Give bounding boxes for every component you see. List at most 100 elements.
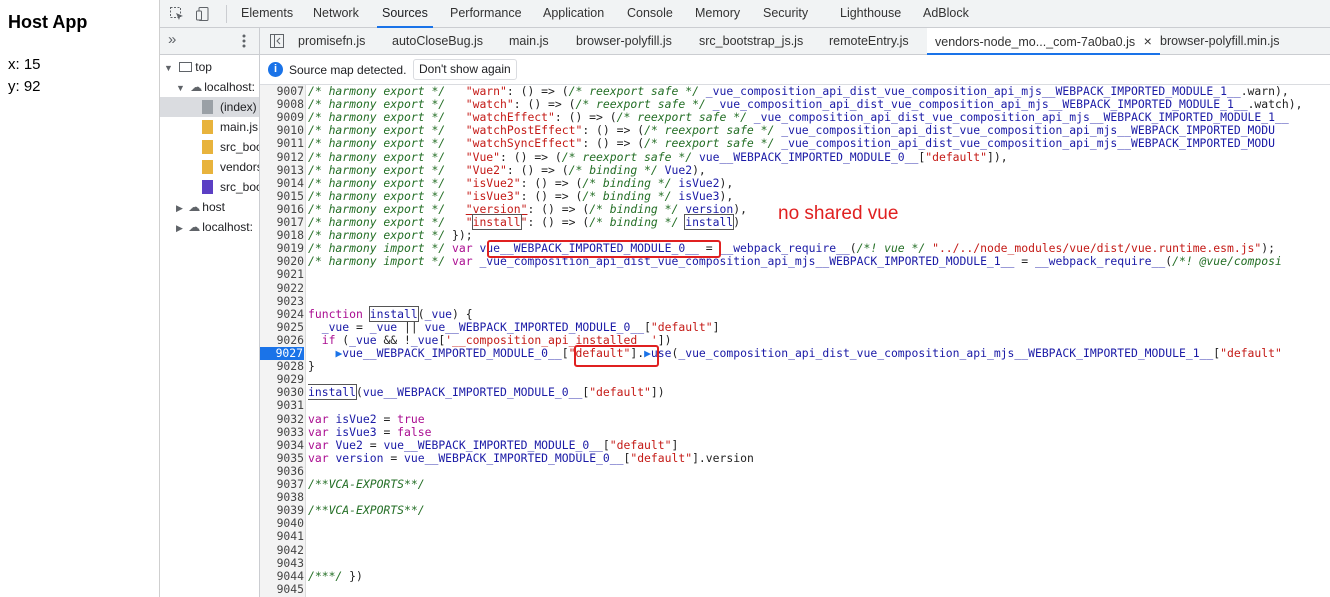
more-tabs-icon[interactable]: »	[168, 31, 176, 48]
line-number[interactable]: 9011	[260, 137, 304, 150]
annotation-no-shared-vue: no shared vue	[778, 203, 899, 224]
cloud-icon: ☁	[188, 200, 201, 214]
line-number[interactable]: 9043	[260, 556, 304, 570]
file-icon	[202, 180, 213, 194]
tree-item-label: vendors	[220, 160, 260, 174]
tree-item-src-boo[interactable]: src_boo	[202, 137, 260, 157]
tree-item-label: (index)	[220, 100, 257, 114]
file-tab-vendors[interactable]: vendors-node_mo..._com-7a0ba0.js ×	[927, 28, 1160, 55]
code-line: /**VCA-EXPORTS**/	[308, 503, 425, 518]
tab-network[interactable]: Network	[313, 0, 359, 28]
cloud-icon: ☁	[190, 80, 203, 94]
tab-memory[interactable]: Memory	[695, 0, 740, 28]
file-tab-browser-polyfill-min[interactable]: browser-polyfill.min.js	[1160, 28, 1279, 55]
devtools-panel: Elements Network Sources Performance App…	[160, 0, 1330, 597]
tree-item-label: top	[195, 60, 212, 74]
code-line: ▶vue__WEBPACK_IMPORTED_MODULE_0__["defau…	[335, 346, 1282, 360]
sources-toolbar: » promisefn.js autoCloseBug.js main.js b…	[160, 28, 1330, 55]
file-tab-main[interactable]: main.js	[509, 28, 549, 55]
line-number[interactable]: 9044	[260, 569, 304, 583]
highlight-default	[574, 345, 659, 367]
tree-item-label: host	[202, 200, 225, 214]
line-number[interactable]: 9015	[260, 189, 304, 203]
line-number[interactable]: 9031	[260, 399, 304, 412]
line-number[interactable]: 9023	[260, 294, 304, 308]
inspect-element-icon[interactable]	[169, 6, 185, 22]
line-number[interactable]: 9034	[260, 438, 304, 452]
code-line: install(vue__WEBPACK_IMPORTED_MODULE_0__…	[308, 384, 665, 401]
tab-sources[interactable]: Sources	[377, 0, 433, 28]
dont-show-again-button[interactable]: Don't show again	[413, 59, 517, 80]
line-number[interactable]: 9035	[260, 451, 304, 465]
code-line: /**VCA-EXPORTS**/	[308, 477, 425, 491]
line-number[interactable]: 9032	[260, 412, 304, 426]
tree-item-src-boo-2[interactable]: src_boo	[202, 177, 260, 197]
line-number[interactable]: 9012	[260, 150, 304, 164]
js-file-icon	[202, 120, 213, 134]
file-tab-autoclosebug[interactable]: autoCloseBug.js	[392, 28, 483, 55]
line-number[interactable]: 9045	[260, 582, 304, 596]
file-tab-browser-polyfill[interactable]: browser-polyfill.js	[576, 28, 672, 55]
line-number[interactable]: 9021	[260, 268, 304, 281]
tab-elements[interactable]: Elements	[241, 0, 293, 28]
code-area[interactable]: /* harmony export */ "warn": () => (/* r…	[308, 85, 1330, 597]
tree-item-label: main.js	[220, 120, 259, 134]
toggle-navigator-icon[interactable]	[270, 34, 284, 53]
tree-item-localhost[interactable]: ▼ ☁ localhost:	[176, 77, 255, 97]
file-tab-remoteentry[interactable]: remoteEntry.js	[829, 28, 909, 55]
line-number[interactable]: 9042	[260, 543, 304, 557]
device-toolbar-icon[interactable]	[195, 6, 211, 22]
line-number[interactable]: 9014	[260, 176, 304, 190]
host-app-panel: Host App x: 15 y: 92	[0, 0, 160, 597]
host-app-title: Host App	[8, 12, 88, 32]
js-file-icon	[202, 160, 213, 174]
collapse-arrow-icon: ▶	[176, 203, 183, 213]
file-icon	[202, 100, 213, 114]
tab-lighthouse[interactable]: Lighthouse	[840, 0, 901, 28]
tree-item-index[interactable]: (index)	[160, 97, 259, 117]
info-icon: i	[268, 62, 283, 77]
expand-arrow-icon: ▼	[164, 63, 173, 73]
file-tab-promisefn[interactable]: promisefn.js	[298, 28, 365, 55]
x-coordinate-label: x: 15	[8, 56, 41, 73]
highlight-vue-import	[487, 240, 721, 258]
tree-item-label: src_boo	[220, 140, 260, 154]
tree-item-label: src_boo	[220, 180, 260, 194]
tab-performance[interactable]: Performance	[450, 0, 522, 28]
tree-item-vendors[interactable]: vendors	[202, 157, 260, 177]
line-number[interactable]: 9041	[260, 530, 304, 543]
tree-item-label: localhost:	[204, 80, 255, 94]
tab-adblock[interactable]: AdBlock	[923, 0, 969, 28]
tab-console[interactable]: Console	[627, 0, 673, 28]
file-navigator-tree: ▼ top ▼ ☁ localhost: (index) main.js src_…	[160, 55, 260, 597]
infobar-message: Source map detected.	[289, 63, 407, 77]
line-number[interactable]: 9022	[260, 281, 304, 295]
toolbar-divider	[226, 5, 227, 23]
file-tab-vendors-label: vendors-node_mo..._com-7a0ba0.js	[935, 35, 1136, 49]
tree-item-mainjs[interactable]: main.js	[202, 117, 258, 137]
js-file-icon	[202, 140, 213, 154]
code-line: var version = vue__WEBPACK_IMPORTED_MODU…	[308, 450, 754, 465]
file-tab-src-bootstrap[interactable]: src_bootstrap_js.js	[699, 28, 803, 55]
devtools-main-toolbar: Elements Network Sources Performance App…	[160, 0, 1330, 28]
tree-item-top[interactable]: ▼ top	[164, 57, 212, 77]
tab-application[interactable]: Application	[543, 0, 604, 28]
navigator-toolbar: »	[160, 28, 260, 55]
tree-item-localhost-2[interactable]: ▶ ☁ localhost:	[176, 217, 253, 237]
tree-item-host[interactable]: ▶ ☁ host	[176, 197, 225, 217]
y-coordinate-label: y: 92	[8, 78, 41, 95]
frame-icon	[179, 62, 193, 72]
tab-security[interactable]: Security	[763, 0, 808, 28]
kebab-menu-icon[interactable]	[242, 34, 246, 53]
line-number[interactable]: 9024	[260, 307, 304, 321]
line-number[interactable]: 9013	[260, 163, 304, 177]
line-number[interactable]: 9033	[260, 425, 304, 439]
source-map-infobar: i Source map detected. Don't show again	[260, 55, 1330, 85]
cloud-icon: ☁	[188, 220, 201, 234]
source-editor: i Source map detected. Don't show again …	[260, 55, 1330, 597]
line-number[interactable]: 9025	[260, 320, 304, 334]
code-line: /* harmony import */ var _vue_compositio…	[308, 254, 1282, 269]
code-line: /***/ })	[308, 568, 363, 583]
close-tab-icon[interactable]: ×	[1144, 33, 1152, 49]
tree-item-label: localhost:	[202, 220, 253, 234]
